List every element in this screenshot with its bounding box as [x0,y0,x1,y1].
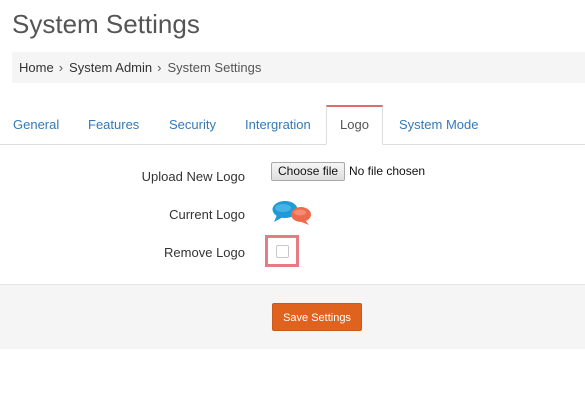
breadcrumb-separator-icon: › [157,60,162,75]
file-status-text: No file chosen [349,164,426,178]
current-logo-label: Current Logo [169,207,245,222]
tab-general[interactable]: General [13,105,59,145]
breadcrumb-system-admin[interactable]: System Admin [69,60,152,75]
tab-intergration[interactable]: Intergration [245,105,311,145]
tab-features[interactable]: Features [88,105,139,145]
breadcrumb: Home › System Admin › System Settings [12,52,585,83]
settings-tabs: General Features Security Intergration L… [0,105,585,145]
chat-bubbles-icon [272,201,311,225]
remove-logo-checkbox[interactable] [276,245,289,258]
tab-security[interactable]: Security [169,105,216,145]
breadcrumb-separator-icon: › [58,60,64,75]
upload-logo-label: Upload New Logo [141,169,245,184]
tab-logo[interactable]: Logo [326,105,383,145]
page-title: System Settings [12,9,200,39]
choose-file-button[interactable]: Choose file [271,162,346,181]
tab-system-mode[interactable]: System Mode [399,105,478,145]
breadcrumb-home[interactable]: Home [19,60,54,75]
remove-logo-label: Remove Logo [164,245,245,260]
save-settings-button[interactable]: Save Settings [272,303,362,331]
system-settings-page: System Settings Home › System Admin › System… [0,0,585,398]
breadcrumb-current: System Settings [167,60,262,75]
